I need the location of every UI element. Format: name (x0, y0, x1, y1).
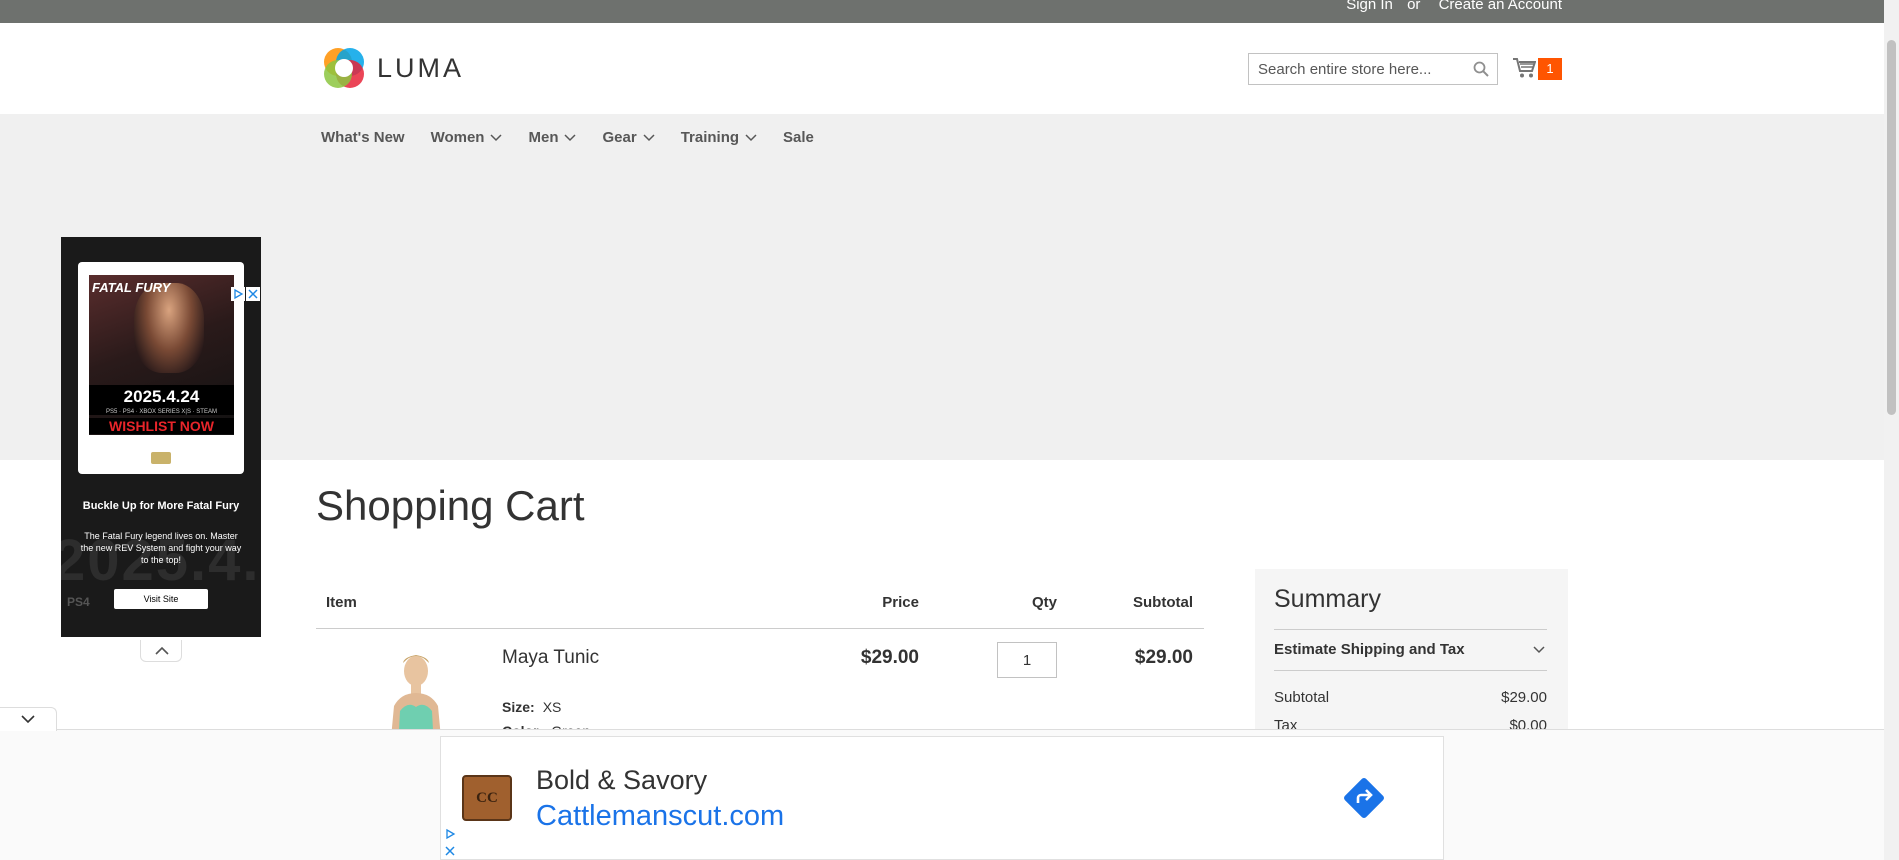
ad-poster-card: FATAL FURY 2025.4.24 PS5 · PS4 · XBOX SE… (78, 262, 244, 474)
advertiser-logo: CC (462, 775, 512, 821)
cart-table-header: Item Price Qty Subtotal (316, 590, 1204, 629)
advertiser-logo-text: CC (476, 790, 498, 806)
header-price: Price (882, 594, 919, 611)
search-icon[interactable] (1473, 61, 1489, 77)
nav-item-men[interactable]: Men (528, 129, 577, 146)
search-input[interactable] (1249, 54, 1467, 84)
chevron-down-icon (21, 715, 35, 724)
order-summary: Summary Estimate Shipping and Tax Subtot… (1255, 569, 1568, 734)
main-navigation: What's New Women Men Gear Training Sale (0, 114, 1884, 460)
nav-item-women[interactable]: Women (431, 129, 503, 146)
nav-item-label: Women (430, 129, 485, 146)
ad-poster-image: FATAL FURY 2025.4.24 PS5 · PS4 · XBOX SE… (89, 275, 234, 435)
ad-url-link[interactable]: Cattlemanscut.com (536, 800, 784, 833)
ad-body-text: The Fatal Fury legend lives on. Master t… (80, 531, 242, 565)
item-subtotal: $29.00 (1134, 647, 1193, 668)
ad-game-title: FATAL FURY (92, 280, 171, 295)
estimate-shipping-toggle[interactable]: Estimate Shipping and Tax (1274, 629, 1547, 671)
bottom-ad-collapse-button[interactable] (0, 707, 57, 731)
nav-item-label: Sale (783, 129, 814, 146)
summary-line-value: $29.00 (1501, 689, 1547, 706)
ad-character-figure (134, 283, 204, 373)
chevron-down-icon (1533, 646, 1545, 654)
page-scrollbar[interactable] (1884, 0, 1899, 860)
header-qty: Qty (1031, 594, 1057, 611)
header-subtotal: Subtotal (1133, 594, 1193, 611)
bottom-advertisement[interactable]: CC Bold & Savory Cattlemanscut.com (440, 736, 1444, 860)
logo-text: LUMA (377, 52, 465, 83)
ad-go-arrow-icon[interactable] (1341, 775, 1387, 821)
nav-item-label: Men (528, 129, 559, 146)
chevron-up-icon (155, 646, 169, 655)
ad-visit-site-button[interactable]: Visit Site (114, 589, 208, 609)
ad-collapse-button[interactable] (140, 640, 182, 662)
summary-title: Summary (1274, 585, 1381, 613)
ad-brand-logo (151, 452, 171, 464)
nav-item-label: What's New (321, 129, 405, 146)
chevron-down-icon (643, 133, 655, 141)
cart-icon[interactable] (1512, 57, 1536, 79)
luma-logo-icon (324, 48, 364, 88)
item-price: $29.00 (860, 647, 919, 668)
header-links: Sign In or Create an Account (1338, 0, 1562, 13)
header-item: Item (326, 594, 357, 611)
chevron-down-icon (564, 133, 577, 141)
scrollbar-thumb[interactable] (1887, 40, 1896, 415)
nav-item-training[interactable]: Training (681, 129, 757, 146)
option-value: XS (542, 699, 562, 715)
ad-choices-icon[interactable] (444, 828, 456, 840)
ad-release-date: 2025.4.24 (89, 385, 234, 409)
summary-subtotal-line: Subtotal $29.00 (1274, 689, 1547, 706)
sign-in-link[interactable]: Sign In (1346, 0, 1393, 13)
or-text: or (1407, 0, 1421, 13)
logo[interactable]: LUMA (321, 45, 471, 91)
ad-platform-text: PS4 (67, 595, 90, 609)
nav-item-sale[interactable]: Sale (783, 129, 814, 146)
chevron-down-icon (490, 133, 503, 141)
ad-wishlist-text: WISHLIST NOW (89, 418, 234, 434)
product-name[interactable]: Maya Tunic (502, 647, 599, 669)
create-account-link[interactable]: Create an Account (1439, 0, 1562, 13)
ad-headline: Buckle Up for More Fatal Fury (82, 500, 240, 512)
chevron-down-icon (745, 133, 757, 141)
ad-platforms: PS5 · PS4 · XBOX SERIES X|S · STEAM (89, 409, 234, 415)
nav-item-label: Gear (602, 129, 637, 146)
nav-item-label: Training (680, 129, 740, 146)
ad-close-icon[interactable] (246, 287, 260, 301)
search-box (1248, 53, 1498, 85)
page-title: Shopping Cart (316, 482, 585, 529)
summary-line-label: Subtotal (1274, 689, 1330, 706)
left-advertisement[interactable]: 2025.4.24 FATAL FURY 2025.4.24 PS5 · PS4… (61, 237, 261, 637)
header (0, 23, 1884, 114)
option-label: Size: (502, 699, 535, 715)
cart-table: Item Price Qty Subtotal Maya Tunic Size:… (316, 590, 1204, 749)
top-bar: Sign In or Create an Account (0, 0, 1884, 23)
product-option-size: Size: XS (502, 699, 561, 715)
ad-tagline: Bold & Savory (536, 765, 708, 795)
ad-close-icon[interactable] (444, 845, 456, 857)
qty-input[interactable] (997, 642, 1057, 678)
nav-item-gear[interactable]: Gear (602, 129, 655, 146)
ad-choices-icon[interactable] (231, 287, 245, 301)
nav-item-what-s-new[interactable]: What's New (321, 129, 405, 146)
estimate-shipping-label: Estimate Shipping and Tax (1274, 641, 1465, 658)
cart-count-badge[interactable]: 1 (1538, 58, 1562, 80)
